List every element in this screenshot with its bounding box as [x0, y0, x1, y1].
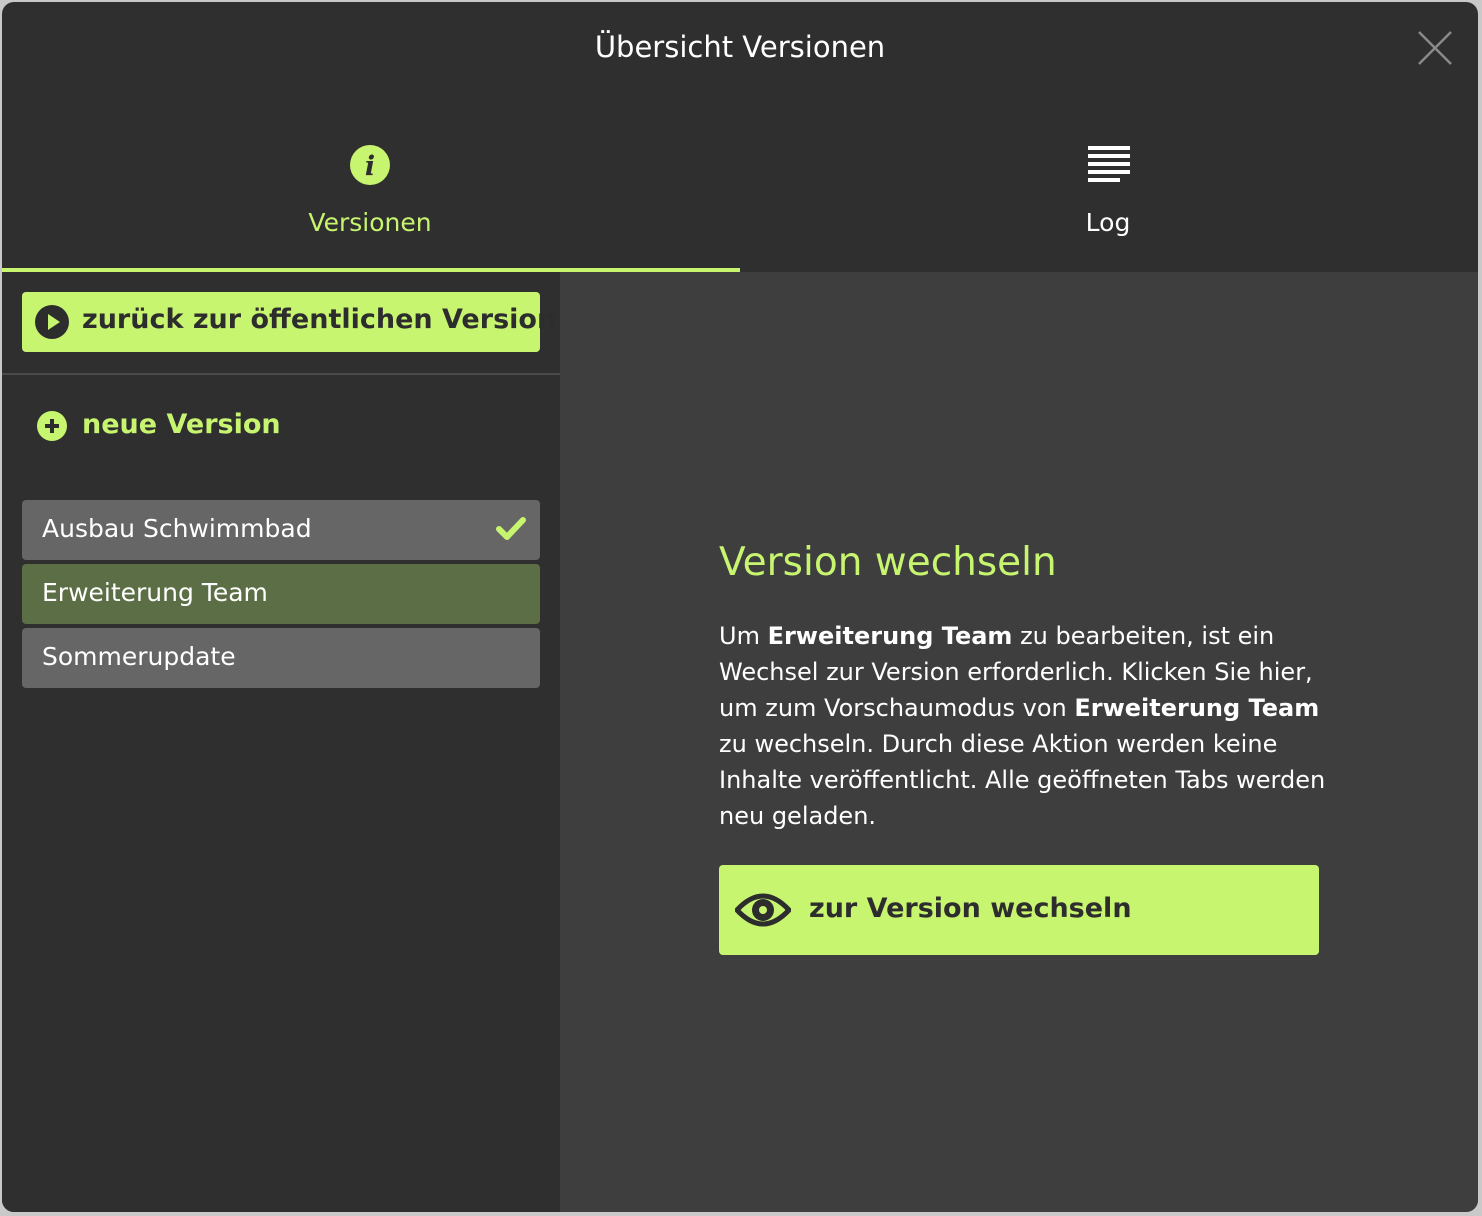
- plus-circle-icon: [36, 410, 68, 446]
- svg-text:i: i: [365, 151, 375, 182]
- version-detail-panel: Version wechseln Um Erweiterung Team zu …: [560, 272, 1478, 1212]
- version-item-label: Ausbau Schwimmbad: [42, 514, 312, 543]
- eye-icon: [733, 890, 793, 934]
- versions-sidebar: zurück zur öffentlichen Version neue Ver…: [2, 272, 560, 1212]
- sidebar-divider: [2, 373, 560, 375]
- play-icon: [34, 304, 70, 344]
- desc-version-name: Erweiterung Team: [767, 622, 1013, 650]
- desc-text: Um: [719, 622, 768, 650]
- version-item-label: Erweiterung Team: [42, 578, 268, 607]
- version-item-sommerupdate[interactable]: Sommerupdate: [22, 628, 540, 688]
- switch-version-label: zur Version wechseln: [809, 893, 1132, 924]
- panel-heading: Version wechseln: [719, 540, 1057, 585]
- tab-log[interactable]: Log: [740, 2, 1478, 272]
- new-version-label: neue Version: [82, 409, 281, 440]
- switch-version-button[interactable]: zur Version wechseln: [719, 865, 1319, 955]
- back-to-public-label: zurück zur öffentlichen Version: [82, 304, 557, 335]
- back-to-public-button[interactable]: zurück zur öffentlichen Version: [22, 292, 556, 352]
- lines-icon: [1088, 144, 1132, 188]
- version-item-label: Sommerupdate: [42, 642, 236, 671]
- desc-version-name: Erweiterung Team: [1074, 694, 1320, 722]
- version-item-erweiterung-team[interactable]: Erweiterung Team: [22, 564, 540, 624]
- desc-text: zu wechseln. Durch diese Aktion werden k…: [719, 730, 1326, 830]
- info-icon: i: [349, 144, 391, 190]
- version-item-ausbau-schwimmbad[interactable]: Ausbau Schwimmbad: [22, 500, 540, 560]
- check-icon: [496, 516, 526, 546]
- panel-description: Um Erweiterung Team zu bearbeiten, ist e…: [719, 618, 1329, 834]
- tab-log-label: Log: [1085, 208, 1131, 237]
- versions-dialog: Übersicht Versionen i Versionen Log zurü…: [2, 2, 1478, 1212]
